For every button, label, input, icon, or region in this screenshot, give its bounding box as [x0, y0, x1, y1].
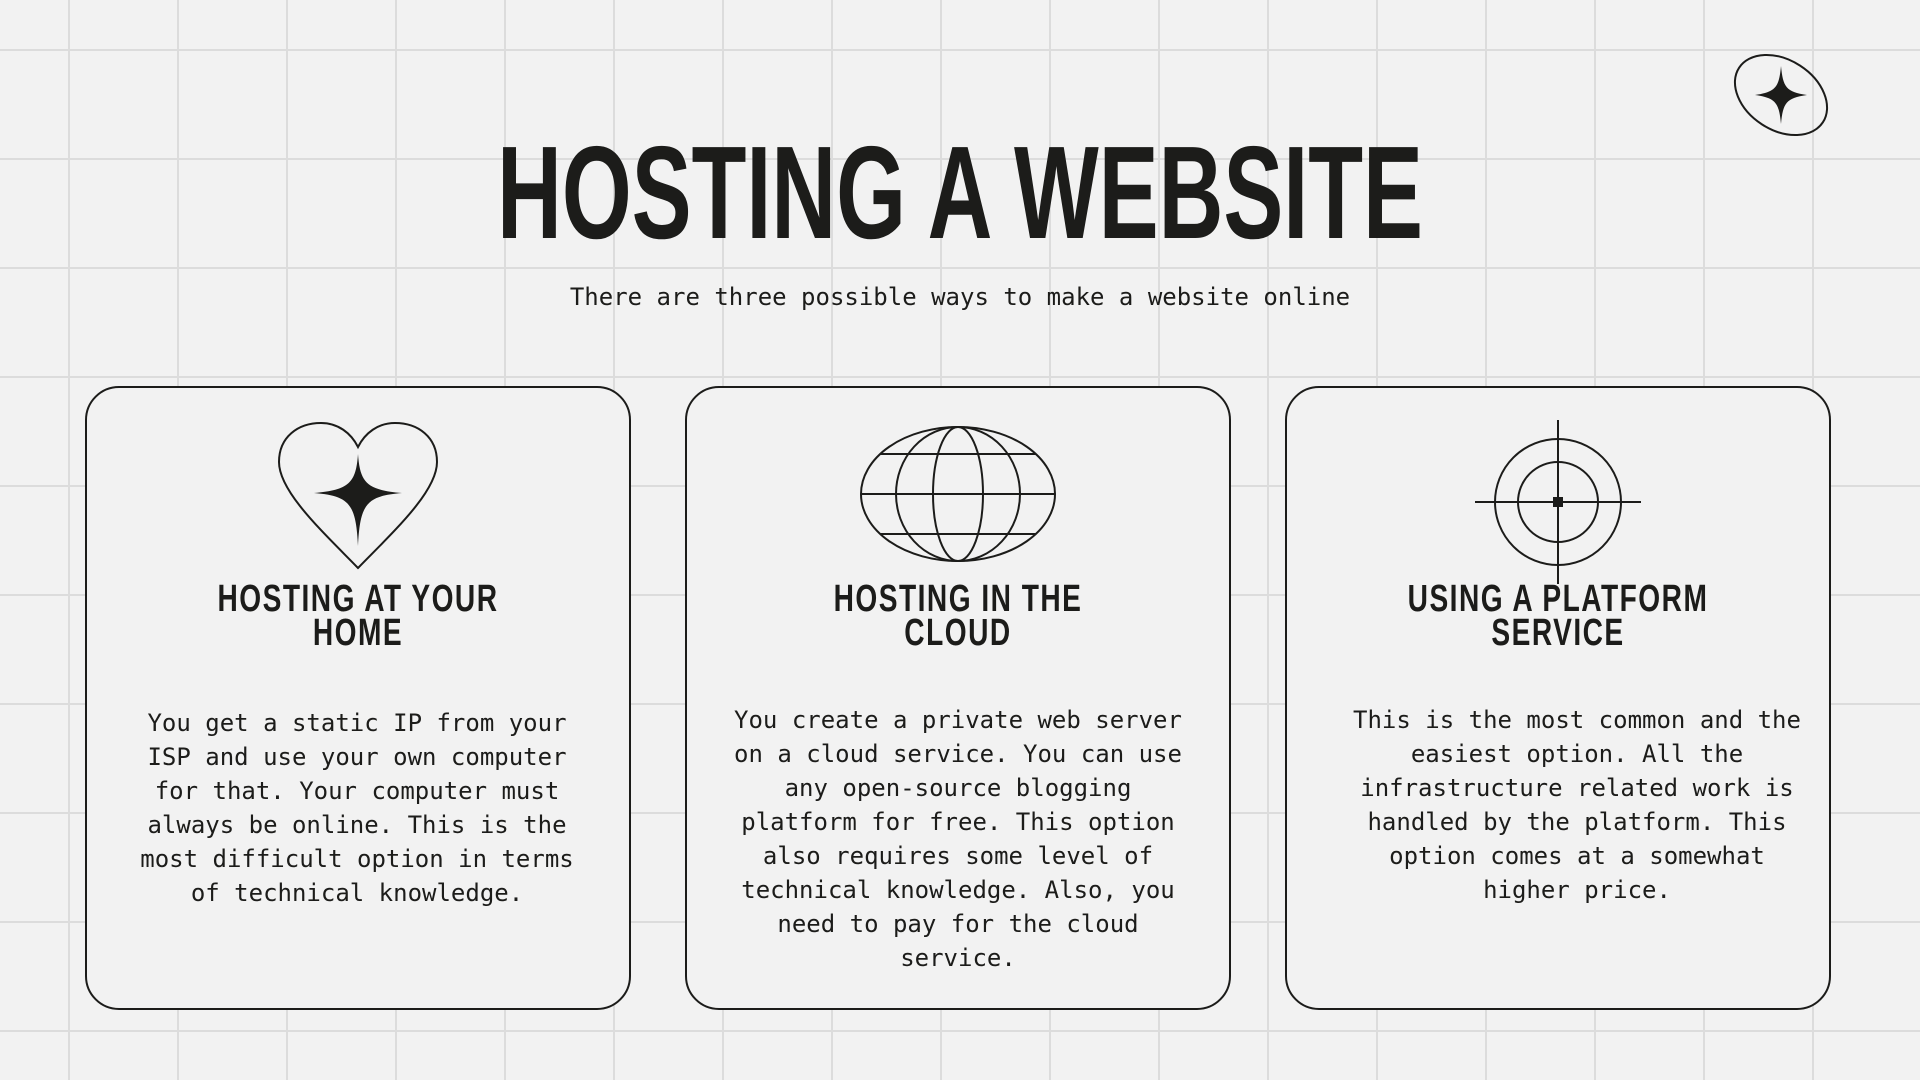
card-title: HOSTING AT YOUR HOME	[217, 578, 499, 654]
card-description: This is the most common and the easiest …	[1353, 706, 1801, 904]
option-card-home: HOSTING AT YOUR HOME You get a static IP…	[85, 386, 631, 1010]
card-description: You get a static IP from your ISP and us…	[140, 709, 574, 907]
sparkle-in-ellipse-icon	[1733, 53, 1829, 137]
crosshair-target-icon	[1475, 420, 1641, 584]
heart-sparkle-icon	[277, 421, 439, 570]
page-title: HOSTING A WEBSITE	[497, 119, 1423, 266]
card-title: HOSTING IN THE CLOUD	[833, 578, 1083, 654]
option-card-cloud: HOSTING IN THE CLOUD You create a privat…	[685, 386, 1231, 1010]
option-card-platform: USING A PLATFORM SERVICE This is the mos…	[1285, 386, 1831, 1010]
card-title: USING A PLATFORM SERVICE	[1407, 578, 1709, 654]
page-subtitle: There are three possible ways to make a …	[569, 283, 1351, 311]
card-description: You create a private web server on a clo…	[734, 706, 1182, 972]
globe-icon	[860, 426, 1056, 562]
